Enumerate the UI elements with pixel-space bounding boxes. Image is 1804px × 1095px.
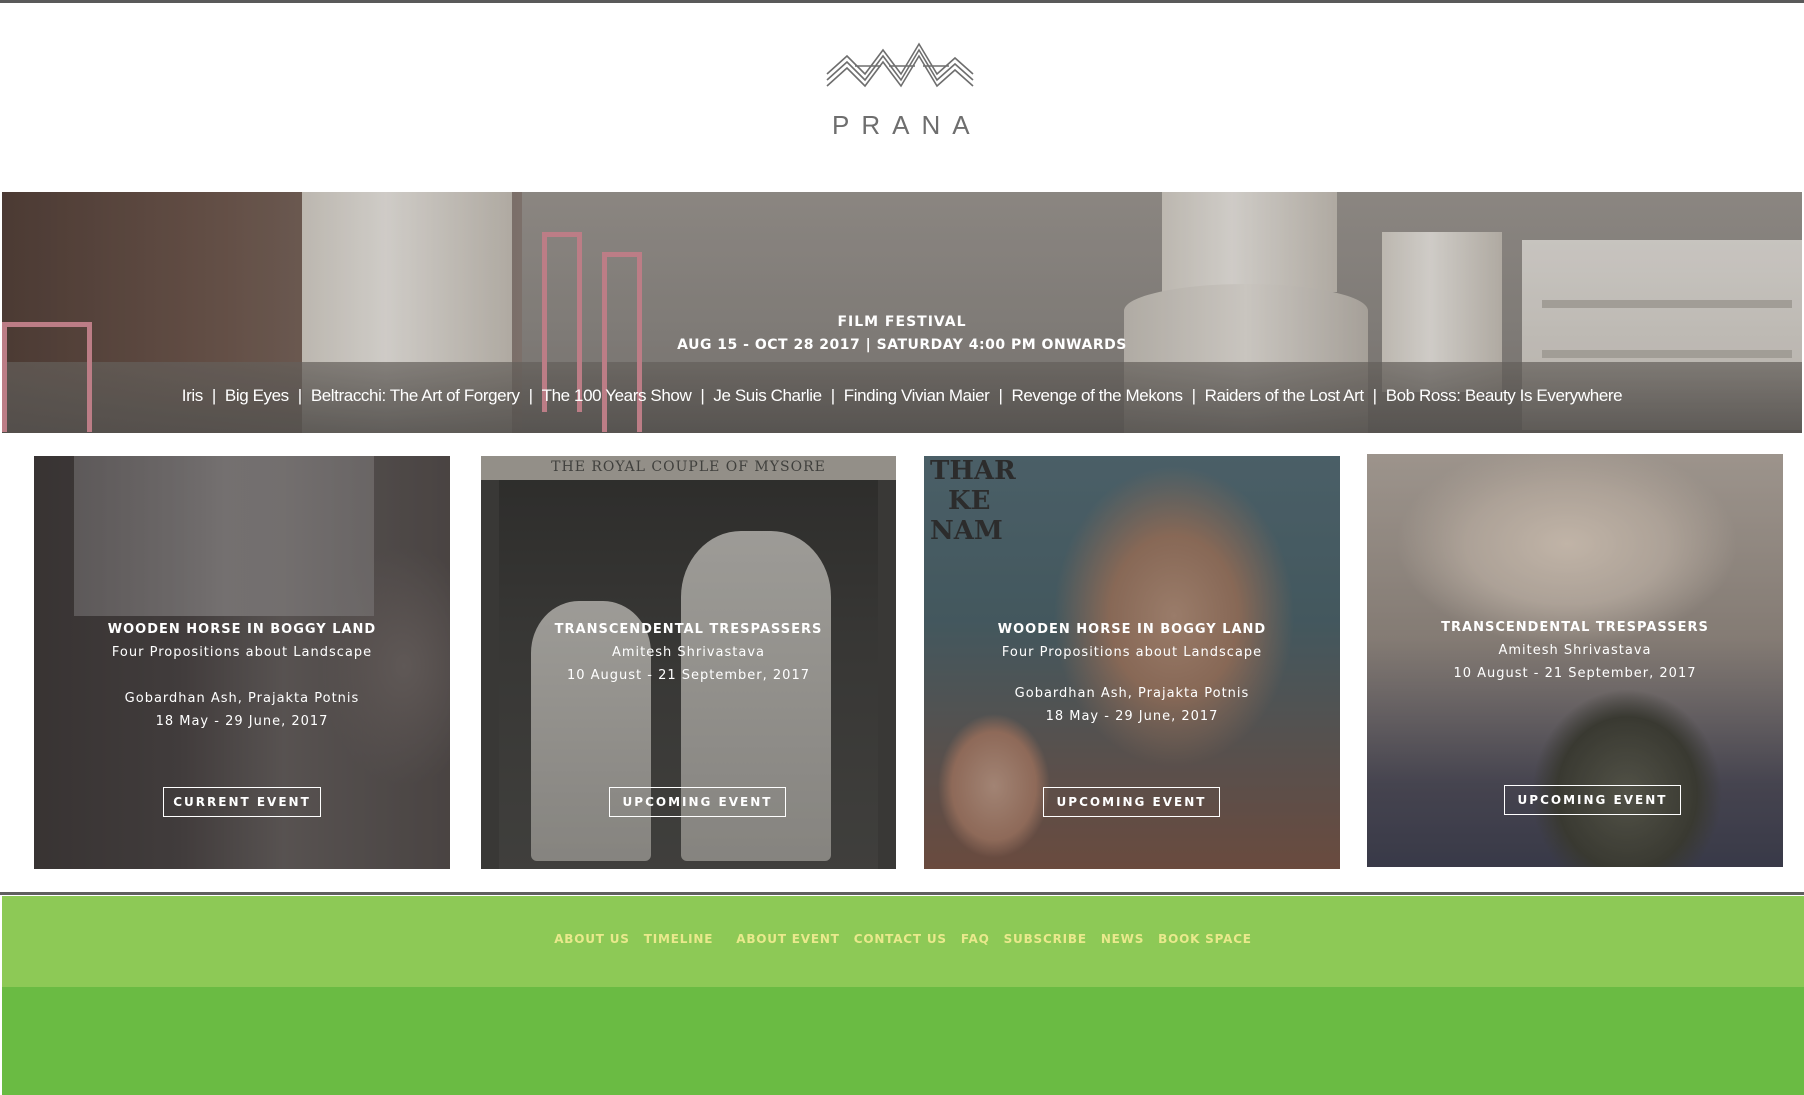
- upcoming-event-button[interactable]: UPCOMING EVENT: [1504, 785, 1681, 815]
- footer-link-faq[interactable]: FAQ: [961, 932, 990, 946]
- film-link[interactable]: The 100 Years Show: [542, 386, 692, 405]
- event-card[interactable]: TRANSCENDENTAL TRESPASSERS Amitesh Shriv…: [1367, 454, 1783, 867]
- footer-link-about-event[interactable]: ABOUT EVENT: [736, 932, 839, 946]
- film-separator: |: [1191, 386, 1196, 405]
- event-dates: 18 May - 29 June, 2017: [155, 714, 329, 729]
- event-title: WOODEN HORSE IN BOGGY LAND: [107, 622, 377, 637]
- film-separator: |: [700, 386, 705, 405]
- hero-title: FILM FESTIVAL: [837, 314, 967, 330]
- event-artists: Gobardhan Ash, Prajakta Potnis: [1014, 686, 1250, 701]
- film-link[interactable]: Bob Ross: Beauty Is Everywhere: [1386, 386, 1623, 405]
- event-subtitle: Four Propositions about Landscape: [1001, 645, 1263, 660]
- event-card-text: WOODEN HORSE IN BOGGY LAND Four Proposit…: [924, 618, 1340, 728]
- film-link[interactable]: Big Eyes: [225, 386, 289, 405]
- footer-nav-list: ABOUT US TIMELINE ABOUT EVENT CONTACT US…: [2, 932, 1804, 946]
- event-title: TRANSCENDENTAL TRESPASSERS: [554, 622, 823, 637]
- film-link[interactable]: Je Suis Charlie: [713, 386, 822, 405]
- hero-banner: FILM FESTIVAL AUG 15 - OCT 28 2017 | SAT…: [2, 192, 1802, 433]
- footer-link-contact-us[interactable]: CONTACT US: [854, 932, 947, 946]
- event-card-text: TRANSCENDENTAL TRESPASSERS Amitesh Shriv…: [1367, 616, 1783, 685]
- event-card-text: TRANSCENDENTAL TRESPASSERS Amitesh Shriv…: [481, 618, 896, 687]
- footer-divider: [0, 892, 1804, 895]
- footer-link-book-space[interactable]: BOOK SPACE: [1158, 932, 1252, 946]
- footer-link-about-us[interactable]: ABOUT US: [554, 932, 630, 946]
- event-title: WOODEN HORSE IN BOGGY LAND: [997, 622, 1267, 637]
- event-card[interactable]: WOODEN HORSE IN BOGGY LAND Four Proposit…: [34, 456, 450, 869]
- event-dates: 10 August - 21 September, 2017: [566, 668, 810, 683]
- event-artists: Gobardhan Ash, Prajakta Potnis: [124, 691, 360, 706]
- event-card[interactable]: THAR KE NAM WOODEN HORSE IN BOGGY LAND F…: [924, 456, 1340, 869]
- footer-bottom: [2, 987, 1804, 1095]
- event-text-gap: [34, 664, 450, 687]
- film-separator: |: [830, 386, 835, 405]
- hero-subtitle: AUG 15 - OCT 28 2017 | SATURDAY 4:00 PM …: [677, 337, 1127, 353]
- film-separator: |: [1372, 386, 1377, 405]
- site-logo[interactable]: PRANA: [820, 30, 980, 150]
- footer-nav: ABOUT US TIMELINE ABOUT EVENT CONTACT US…: [2, 896, 1804, 987]
- film-separator: |: [211, 386, 216, 405]
- event-card-text: WOODEN HORSE IN BOGGY LAND Four Proposit…: [34, 618, 450, 733]
- film-separator: |: [528, 386, 533, 405]
- film-list: Iris | Big Eyes | Beltracchi: The Art of For…: [2, 386, 1802, 406]
- upcoming-event-button[interactable]: UPCOMING EVENT: [1043, 787, 1220, 817]
- event-card[interactable]: THE ROYAL COUPLE OF MYSORE TRANSCENDENTA…: [481, 456, 896, 869]
- film-link[interactable]: Raiders of the Lost Art: [1205, 386, 1364, 405]
- footer-link-timeline[interactable]: TIMELINE: [644, 932, 714, 946]
- event-text-gap: [924, 664, 1340, 682]
- top-border: [0, 0, 1804, 3]
- footer-link-subscribe[interactable]: SUBSCRIBE: [1004, 932, 1087, 946]
- event-subtitle: Amitesh Shrivastava: [1498, 643, 1652, 658]
- film-link[interactable]: Finding Vivian Maier: [844, 386, 990, 405]
- film-link[interactable]: Revenge of the Mekons: [1011, 386, 1183, 405]
- event-title: TRANSCENDENTAL TRESPASSERS: [1441, 620, 1709, 635]
- current-event-button[interactable]: CURRENT EVENT: [163, 787, 321, 817]
- film-link[interactable]: Beltracchi: The Art of Forgery: [311, 386, 520, 405]
- footer-link-news[interactable]: NEWS: [1101, 932, 1144, 946]
- logo-wordmark: PRANA: [832, 110, 982, 140]
- film-separator: |: [297, 386, 302, 405]
- prana-wave-logo-icon: [826, 42, 974, 88]
- film-separator: |: [998, 386, 1003, 405]
- event-dates: 18 May - 29 June, 2017: [1045, 709, 1219, 724]
- event-subtitle: Four Propositions about Landscape: [111, 645, 373, 660]
- upcoming-event-button[interactable]: UPCOMING EVENT: [609, 787, 786, 817]
- event-dates: 10 August - 21 September, 2017: [1453, 666, 1697, 681]
- film-link[interactable]: Iris: [182, 386, 203, 405]
- event-subtitle: Amitesh Shrivastava: [611, 645, 765, 660]
